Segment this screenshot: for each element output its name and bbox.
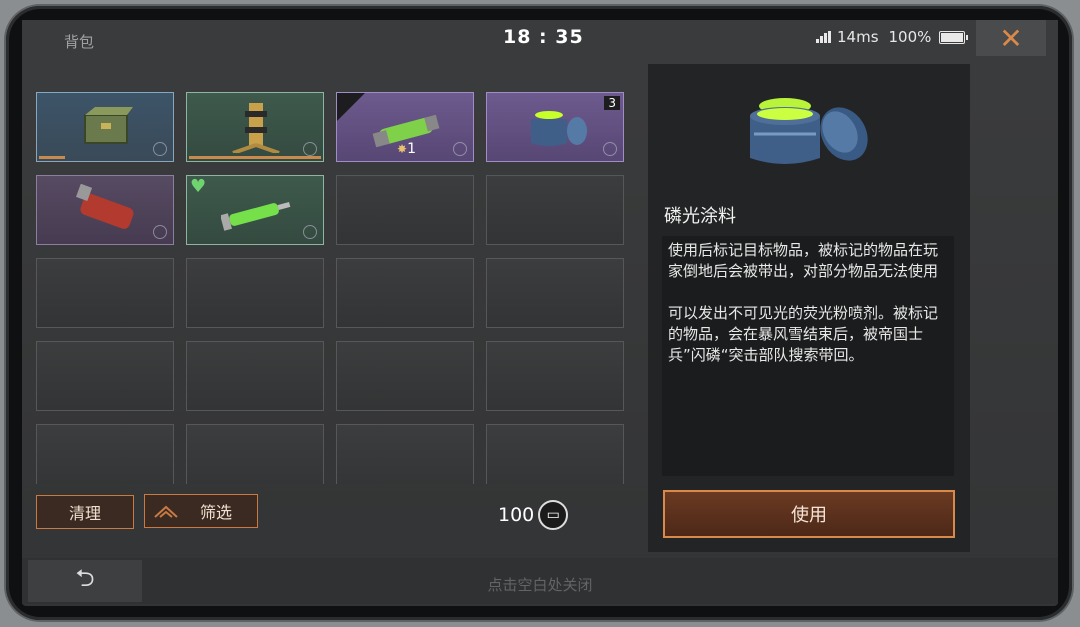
item-type-icon: [303, 142, 317, 156]
item-type-icon: [153, 142, 167, 156]
inventory-slot[interactable]: ♥: [186, 175, 324, 245]
item-name: 磷光涂料: [664, 206, 736, 227]
inventory-slot[interactable]: [186, 92, 324, 162]
inventory-slot[interactable]: [36, 92, 174, 162]
close-icon: ✕: [999, 21, 1023, 55]
empty-slot[interactable]: [186, 341, 324, 411]
durability-bar: [189, 156, 321, 159]
use-button[interactable]: 使用: [663, 490, 955, 538]
heal-icon: ♥: [190, 176, 207, 197]
filter-button[interactable]: 筛选: [144, 494, 258, 528]
empty-slot[interactable]: [336, 424, 474, 484]
battery-text: 100%: [888, 28, 932, 46]
empty-slot[interactable]: [486, 175, 624, 245]
rank-badge-icon: [337, 93, 365, 121]
star-count: ✸1: [397, 141, 416, 157]
currency-amount: 100: [498, 504, 535, 526]
item-type-icon: [303, 225, 317, 239]
green-syringe-icon: [220, 184, 291, 236]
item-detail-panel: 磷光涂料 使用后标记目标物品，被标记的物品在玩家倒地后会被带出，对部分物品无法使…: [648, 64, 970, 552]
item-type-icon: [453, 142, 467, 156]
inventory-slot[interactable]: 3: [486, 92, 624, 162]
description-usage: 使用后标记目标物品，被标记的物品在玩家倒地后会被带出，对部分物品无法使用: [668, 241, 939, 280]
phosphor-paint-jar-icon: [750, 98, 868, 164]
star-icon: ✸: [397, 142, 408, 156]
item-type-icon: [153, 225, 167, 239]
star-count-value: 1: [407, 141, 416, 157]
empty-slot[interactable]: [36, 341, 174, 411]
close-hint[interactable]: 点击空白处关闭: [0, 574, 1080, 595]
stack-count: 3: [604, 96, 620, 110]
empty-slot[interactable]: [486, 258, 624, 328]
inventory-slot[interactable]: ✸1: [336, 92, 474, 162]
battery-icon: [939, 30, 969, 44]
durability-bar: [39, 156, 66, 159]
filter-icon: [153, 503, 179, 523]
status-area: 14ms 100%: [816, 28, 969, 46]
signal-icon: [816, 31, 831, 43]
supply-crate-icon: [71, 101, 141, 153]
filter-button-label: 筛选: [199, 503, 232, 522]
empty-slot[interactable]: [486, 341, 624, 411]
red-grenade-icon: [71, 183, 141, 236]
empty-slot[interactable]: [336, 175, 474, 245]
empty-slot[interactable]: [186, 424, 324, 484]
brass-device-icon: [221, 101, 291, 155]
close-button[interactable]: ✕: [976, 20, 1046, 56]
clock: 18 : 35: [503, 26, 584, 48]
empty-slot[interactable]: [336, 258, 474, 328]
page-title: 背包: [64, 33, 95, 51]
empty-slot[interactable]: [36, 424, 174, 484]
clean-button-label: 清理: [68, 504, 101, 523]
inventory-slot[interactable]: [36, 175, 174, 245]
ping-text: 14ms: [837, 28, 879, 46]
item-type-icon: [603, 142, 617, 156]
empty-slot[interactable]: [486, 424, 624, 484]
description-lore: 可以发出不可见光的荧光粉喷剂。被标记的物品，会在暴风雪结束后，被帝国士兵”闪磷“…: [668, 304, 939, 364]
clean-button[interactable]: 清理: [36, 495, 134, 529]
item-description: 使用后标记目标物品，被标记的物品在玩家倒地后会被带出，对部分物品无法使用 可以发…: [662, 236, 954, 476]
currency-display: 100 ▭: [498, 500, 569, 530]
empty-slot[interactable]: [336, 341, 474, 411]
use-button-label: 使用: [791, 505, 827, 526]
empty-slot[interactable]: [36, 258, 174, 328]
ticket-icon: ▭: [538, 500, 569, 530]
inventory-grid: ✸1 3 ♥: [36, 92, 628, 484]
empty-slot[interactable]: [186, 258, 324, 328]
phosphor-paint-jar-icon: [521, 101, 591, 153]
